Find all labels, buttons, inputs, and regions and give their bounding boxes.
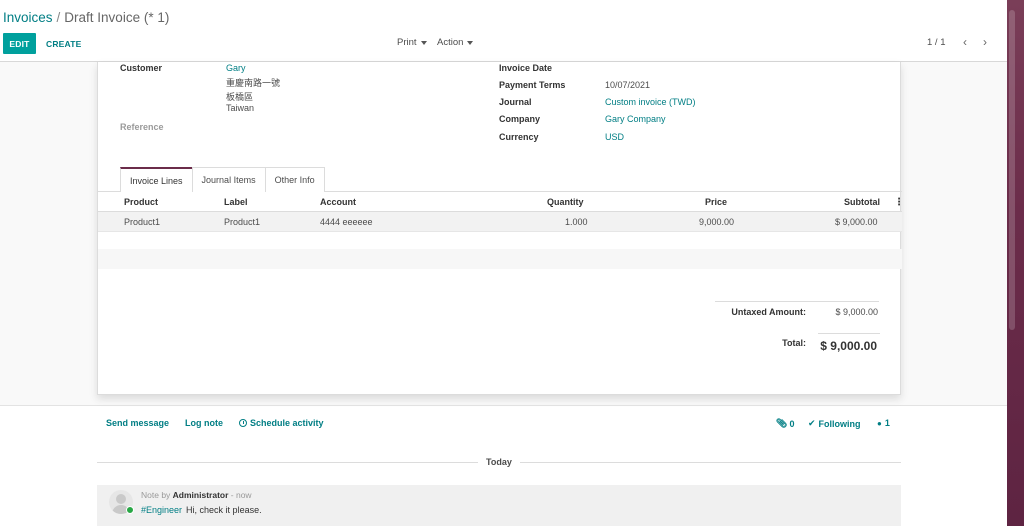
- action-label: Action: [437, 37, 464, 48]
- total-label: Total:: [782, 338, 806, 348]
- customer-address-line: 板橋區: [226, 92, 254, 102]
- attachments-count: 0: [789, 418, 795, 429]
- journal-label: Journal: [499, 97, 532, 107]
- company-link[interactable]: Gary Company: [605, 114, 666, 124]
- cell-label: Product1: [224, 217, 261, 227]
- column-header-account[interactable]: Account: [320, 197, 356, 207]
- pager-value[interactable]: 1 / 1: [927, 37, 946, 48]
- untaxed-amount-label: Untaxed Amount:: [731, 307, 806, 317]
- cell-quantity: 1.000: [565, 217, 588, 227]
- breadcrumb-current: Draft Invoice (* 1): [64, 10, 170, 25]
- chatter-topbar: Send message Log note Schedule activity …: [0, 406, 1007, 440]
- schedule-activity-button[interactable]: Schedule activity: [239, 418, 324, 428]
- caret-down-icon: [420, 40, 427, 45]
- breadcrumb-separator: /: [56, 10, 61, 25]
- print-dropdown[interactable]: Print: [397, 37, 427, 48]
- company-label: Company: [499, 114, 541, 124]
- customer-address-line: Taiwan: [226, 103, 255, 113]
- column-header-label[interactable]: Label: [224, 197, 248, 207]
- app-window: Invoices / Draft Invoice (* 1) EDIT CREATE…: [0, 0, 1007, 526]
- total-value: $ 9,000.00: [820, 339, 877, 353]
- scrollbar[interactable]: [1009, 10, 1015, 330]
- send-message-button[interactable]: Send message: [106, 418, 169, 428]
- message-type: Note by: [141, 490, 171, 500]
- following-button[interactable]: ✔ Following: [808, 418, 861, 429]
- tab-journal-items[interactable]: Journal Items: [191, 167, 266, 192]
- table-empty-row: [98, 249, 902, 269]
- customer-label: Customer: [120, 63, 163, 73]
- date-separator-label: Today: [478, 457, 520, 467]
- clock-icon: [239, 419, 247, 427]
- cell-subtotal: $ 9,000.00: [835, 217, 878, 227]
- following-label: Following: [818, 418, 861, 429]
- schedule-activity-label: Schedule activity: [250, 418, 324, 428]
- cell-account: 4444 eeeeee: [320, 217, 373, 227]
- followers-button[interactable]: ● 1: [877, 418, 890, 428]
- message-text: Hi, check it please.: [186, 505, 262, 515]
- invoice-date-label: Invoice Date: [499, 63, 553, 73]
- check-icon: ✔: [808, 418, 816, 428]
- currency-link[interactable]: USD: [605, 132, 624, 142]
- cell-product: Product1: [124, 217, 161, 227]
- payment-terms-label: Payment Terms: [499, 80, 566, 90]
- window-edge-strip: [1007, 0, 1024, 526]
- print-label: Print: [397, 37, 417, 48]
- total-box: $ 9,000.00: [818, 333, 880, 355]
- message-time: - now: [230, 490, 252, 500]
- chevron-right-icon[interactable]: ›: [978, 34, 992, 50]
- message-body: #Engineer Hi, check it please.: [141, 505, 262, 515]
- notebook-tabs: Invoice Lines Journal Items Other Info: [120, 167, 325, 192]
- paperclip-icon: 📎︎: [776, 418, 788, 428]
- column-header-product[interactable]: Product: [124, 197, 158, 207]
- attachments-button[interactable]: 📎︎ 0: [776, 418, 794, 429]
- reference-label: Reference: [120, 122, 164, 132]
- cell-price: 9,000.00: [699, 217, 735, 227]
- currency-label: Currency: [499, 132, 539, 142]
- followers-count: 1: [884, 418, 890, 428]
- journal-link[interactable]: Custom invoice (TWD): [605, 97, 696, 107]
- control-panel: Invoices / Draft Invoice (* 1) EDIT CREATE…: [0, 0, 1007, 62]
- message-channel-tag[interactable]: #Engineer: [141, 505, 182, 515]
- customer-address-line: 重慶南路一號: [226, 78, 281, 88]
- online-status-icon: [126, 506, 134, 514]
- untaxed-amount-value: $ 9,000.00: [835, 307, 878, 317]
- tab-invoice-lines[interactable]: Invoice Lines: [120, 167, 193, 192]
- breadcrumb: Invoices / Draft Invoice (* 1): [3, 10, 169, 25]
- column-options-icon[interactable]: ⋮: [894, 197, 904, 208]
- payment-terms-value: 10/07/2021: [605, 80, 651, 90]
- invoice-lines-header: Product Label Account Quantity Price Sub…: [98, 192, 904, 212]
- column-header-subtotal[interactable]: Subtotal: [844, 197, 880, 207]
- message-author[interactable]: Administrator: [173, 490, 229, 500]
- column-header-quantity[interactable]: Quantity: [547, 197, 584, 207]
- column-header-price[interactable]: Price: [705, 197, 727, 207]
- tab-other-info[interactable]: Other Info: [264, 167, 325, 192]
- log-note-button[interactable]: Log note: [185, 418, 223, 428]
- totals-divider: [715, 301, 879, 302]
- create-button[interactable]: CREATE: [46, 33, 82, 54]
- breadcrumb-invoices-link[interactable]: Invoices: [3, 10, 53, 25]
- chevron-left-icon[interactable]: ‹: [958, 34, 972, 50]
- invoice-form-sheet: Customer Gary 重慶南路一號 板橋區 Taiwan Referenc…: [97, 62, 904, 395]
- table-row[interactable]: Product1 Product1 4444 eeeeee 1.000 9,00…: [98, 212, 902, 232]
- caret-down-icon: [467, 40, 474, 45]
- edit-button[interactable]: EDIT: [3, 33, 36, 54]
- customer-name-link[interactable]: Gary: [226, 63, 246, 73]
- avatar-head-shape: [116, 494, 126, 504]
- message-meta: Note by Administrator - now: [141, 490, 252, 500]
- user-icon: ●: [877, 418, 882, 428]
- action-dropdown[interactable]: Action: [437, 37, 474, 48]
- chatter-message: Note by Administrator - now #Engineer Hi,…: [97, 485, 901, 526]
